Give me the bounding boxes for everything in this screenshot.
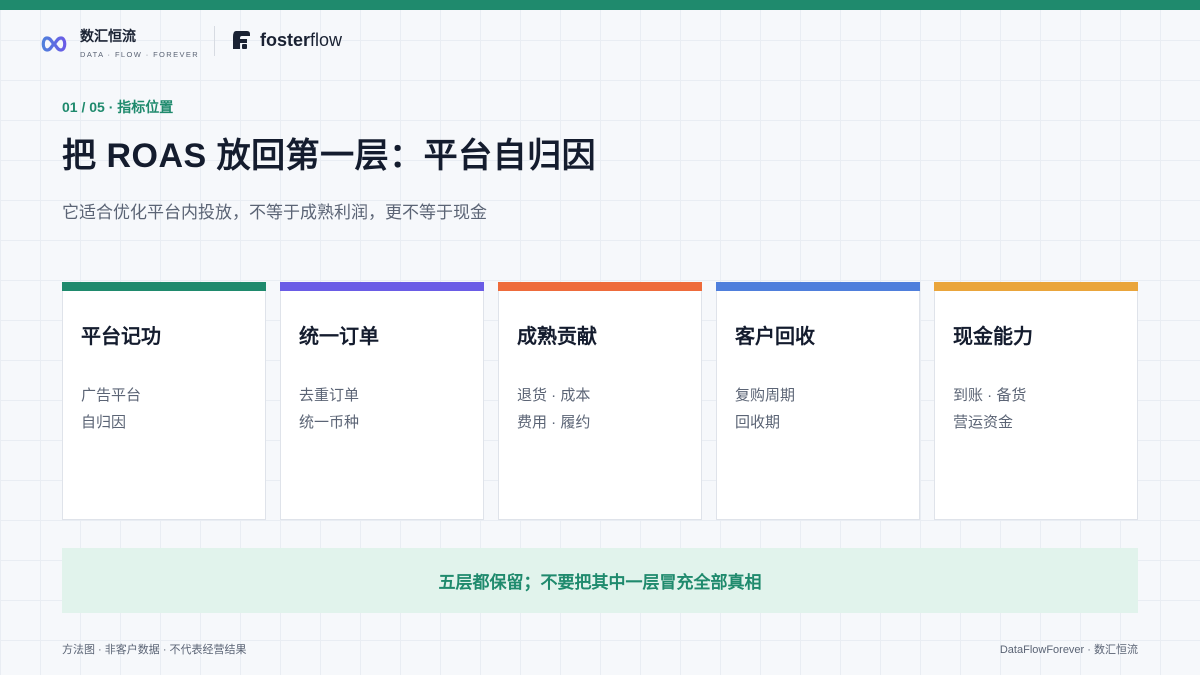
card-line: 营运资金 <box>953 414 1014 431</box>
card-color-bar <box>934 282 1138 291</box>
infinity-logo-icon <box>41 35 67 52</box>
footer-disclaimer: 方法图 · 非客户数据 · 不代表经营结果 <box>62 644 247 656</box>
card-title: 成熟贡献 <box>517 326 597 348</box>
layer-card-orders[interactable]: 统一订单 去重订单 统一币种 <box>280 282 484 520</box>
card-line: 费用 · 履约 <box>517 414 591 431</box>
card-title: 客户回收 <box>735 326 815 348</box>
layer-card-recovery[interactable]: 客户回收 复购周期 回收期 <box>716 282 920 520</box>
brand-name: 数汇恒流 <box>80 28 136 44</box>
fosterflow-logo-icon <box>233 31 250 49</box>
callout-text: 五层都保留；不要把其中一层冒充全部真相 <box>438 573 762 592</box>
partner-logo[interactable]: fosterflow <box>230 28 342 52</box>
layer-card-platform[interactable]: 平台记功 广告平台 自归因 <box>62 282 266 520</box>
top-accent-bar <box>0 0 1200 10</box>
layer-card-contribution[interactable]: 成熟贡献 退货 · 成本 费用 · 履约 <box>498 282 702 520</box>
card-line: 广告平台 <box>81 387 142 404</box>
card-line: 退货 · 成本 <box>517 387 591 404</box>
brand-divider <box>214 26 215 56</box>
brand-logo[interactable]: 数汇恒流 DATA · FLOW · FOREVER <box>40 28 199 59</box>
card-color-bar <box>716 282 920 291</box>
card-title: 平台记功 <box>81 326 161 348</box>
card-line: 到账 · 备货 <box>953 387 1027 404</box>
card-line: 去重订单 <box>299 387 360 404</box>
card-line: 自归因 <box>81 414 127 431</box>
brand-tagline: DATA · FLOW · FOREVER <box>80 50 200 59</box>
card-color-bar <box>62 282 266 291</box>
card-line: 复购周期 <box>735 387 796 404</box>
layer-card-cash[interactable]: 现金能力 到账 · 备货 营运资金 <box>934 282 1138 520</box>
page-subtitle: 它适合优化平台内投放，不等于成熟利润，更不等于现金 <box>62 203 487 222</box>
card-title: 统一订单 <box>299 326 379 348</box>
card-line: 统一币种 <box>299 414 360 431</box>
partner-name: fosterflow <box>260 30 343 50</box>
layer-cards: 平台记功 广告平台 自归因 统一订单 去重订单 统一币种 成熟贡献 退货 · 成… <box>62 282 1138 520</box>
page-title: 把 ROAS 放回第一层：平台自归因 <box>62 137 597 175</box>
card-title: 现金能力 <box>953 326 1033 348</box>
card-color-bar <box>498 282 702 291</box>
footer-credit: DataFlowForever · 数汇恒流 <box>999 644 1138 656</box>
card-color-bar <box>280 282 484 291</box>
key-takeaway-callout: 五层都保留；不要把其中一层冒充全部真相 <box>62 548 1138 613</box>
card-line: 回收期 <box>735 414 781 431</box>
section-eyebrow: 01 / 05 · 指标位置 <box>62 99 174 115</box>
